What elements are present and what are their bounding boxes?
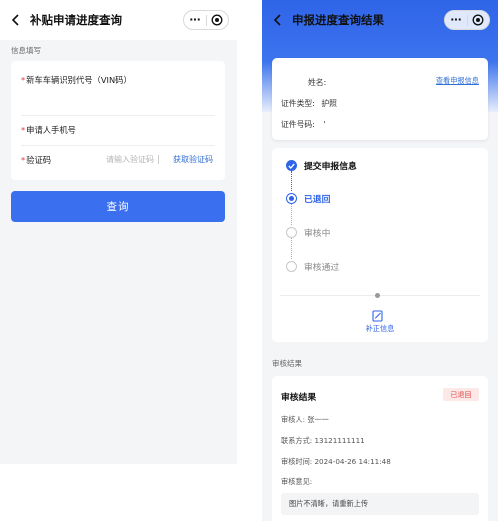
more-icon[interactable]: ··· [184,11,206,29]
name-label: 姓名: [308,78,327,87]
correct-info-button[interactable]: 补正信息 [272,324,488,334]
close-target-icon[interactable] [207,14,229,26]
step-submit: 提交申报信息 [286,159,357,172]
mini-program-capsule: ··· [444,10,490,30]
id-type-row: 证件类型: 护照 [281,98,337,109]
pending-step-icon [286,261,297,272]
divider-dot [375,293,380,298]
status-badge: 已退回 [443,388,479,401]
required-mark: * [21,75,26,85]
phone-label: 申请人手机号 [26,125,76,135]
id-type-value: 护照 [321,99,337,108]
back-arrow-icon[interactable] [266,0,290,40]
section-label: 审核结果 [272,359,302,368]
code-input[interactable]: 请输入验证码 [106,154,154,165]
close-target-icon[interactable] [468,14,490,26]
view-application-link[interactable]: 查看申报信息 [436,76,479,86]
nav-bar: 申报进度查询结果 ··· [262,0,498,40]
progress-card: 提交申报信息 已退回 审核中 审核通过 补正信息 [272,148,488,342]
id-type-label: 证件类型: [281,99,315,108]
opinion-label: 审核意见: [281,477,313,486]
section-label: 信息填写 [11,46,41,55]
page-title: 申报进度查询结果 [292,13,384,27]
review-time-row: 审核时间: 2024-04-26 14:11:48 [281,457,391,466]
required-mark: * [21,125,26,135]
get-code-link[interactable]: 获取验证码 [173,154,213,165]
more-icon[interactable]: ··· [445,11,467,29]
divider [280,295,480,296]
code-label: 验证码 [26,155,52,165]
id-number-value: ' [323,120,326,129]
step-approved: 审核通过 [286,260,339,273]
phone-field[interactable]: *申请人手机号 [21,124,215,136]
application-form-screen: 补贴申请进度查询 ··· 信息填写 *新车车辆识别代号（VIN码） *申请人手机… [0,0,237,464]
pending-step-icon [286,227,297,238]
opinion-box: 图片不清晰，请重新上传 [281,493,479,515]
divider [21,145,215,146]
opinion-text: 图片不清晰，请重新上传 [289,499,369,508]
required-mark: * [21,155,26,165]
id-number-label: 证件号码: [281,120,315,129]
result-title: 审核结果 [281,393,317,403]
form-card: *新车车辆识别代号（VIN码） *申请人手机号 *验证码 请输入验证码 获取验证… [11,61,225,180]
step-reviewing: 审核中 [286,226,330,239]
id-number-row: 证件号码: ' [281,119,325,130]
query-button[interactable]: 查询 [11,191,225,222]
step-returned: 已退回 [286,192,330,205]
code-divider [158,155,159,164]
step-label: 审核通过 [304,263,340,273]
step-label: 已退回 [304,195,331,205]
vin-label: 新车车辆识别代号（VIN码） [26,75,132,85]
contact-row: 联系方式: 13121111111 [281,436,365,445]
progress-result-screen: 申报进度查询结果 ··· 姓名: 查看申报信息 证件类型: 护照 证件号码: ' [262,0,498,521]
step-label: 提交申报信息 [304,162,357,172]
current-step-icon [286,193,297,204]
step-label: 审核中 [304,229,331,239]
vin-field[interactable]: *新车车辆识别代号（VIN码） [21,74,215,86]
nav-bar: 补贴申请进度查询 ··· [0,0,237,40]
check-icon [286,160,297,171]
back-arrow-icon[interactable] [4,0,28,40]
step-connector [291,171,292,191]
review-result-card: 审核结果 已退回 审核人: 张一一 联系方式: 13121111111 审核时间… [272,376,488,521]
reviewer-row: 审核人: 张一一 [281,415,329,424]
applicant-info-card: 姓名: 查看申报信息 证件类型: 护照 证件号码: ' [272,58,488,140]
step-connector [291,204,292,225]
divider [21,115,215,116]
mini-program-capsule: ··· [183,10,229,30]
page-title: 补贴申请进度查询 [30,13,122,27]
step-connector [291,238,292,259]
